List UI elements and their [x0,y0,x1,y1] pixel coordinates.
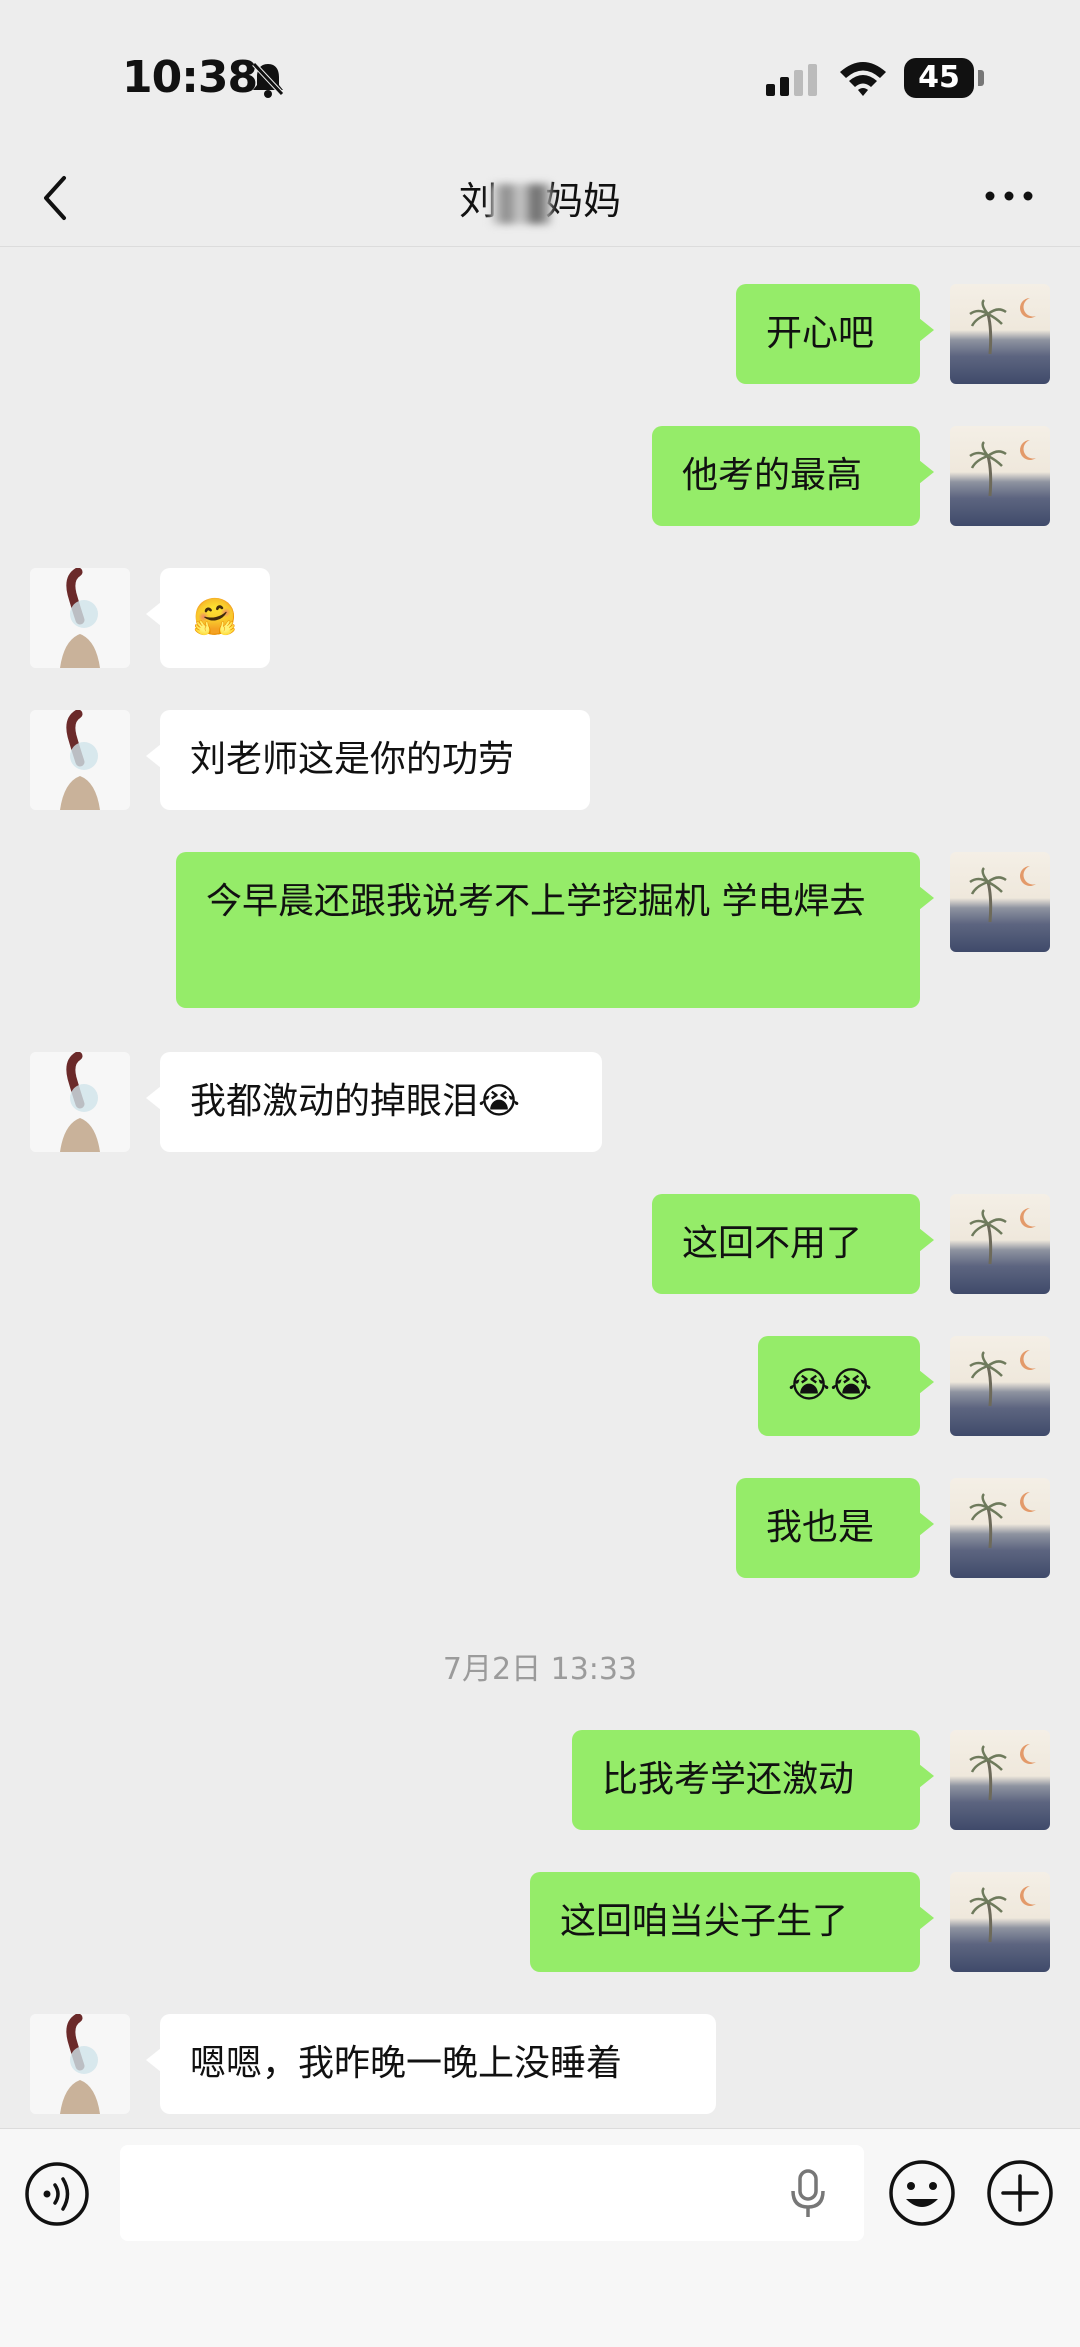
title-suffix: 妈妈 [545,179,622,223]
battery-cap [978,70,984,86]
plus-icon[interactable] [986,2159,1054,2227]
chat-header: 刘妈妈 [0,150,1080,247]
message-bubble-outgoing[interactable]: 这回咱当尖子生了 [530,1872,934,1972]
my-avatar[interactable] [950,852,1050,952]
emoji-icon[interactable] [888,2159,956,2227]
contact-avatar[interactable] [30,710,130,810]
status-time: 10:38 [122,52,258,103]
message-bubble-outgoing[interactable]: 今早晨还跟我说考不上学挖掘机 学电焊去 [176,852,934,1008]
status-bar: 10:38 45 [0,0,1080,150]
battery-icon: 45 [904,58,974,98]
contact-avatar[interactable] [30,1052,130,1152]
message-bubble-outgoing[interactable]: 😭😭 [758,1336,934,1436]
my-avatar[interactable] [950,426,1050,526]
bell-muted-icon [252,62,284,98]
my-avatar[interactable] [950,1730,1050,1830]
my-avatar[interactable] [950,1872,1050,1972]
message-input[interactable] [120,2145,864,2241]
message-bubble-outgoing[interactable]: 比我考学还激动 [572,1730,934,1830]
input-bar [0,2128,1080,2347]
signal-icon [766,64,817,96]
message-bubble-incoming[interactable]: 我都激动的掉眼泪😭 [146,1052,602,1152]
message-bubble-outgoing[interactable]: 开心吧 [736,284,934,384]
more-icon[interactable] [984,188,1034,204]
message-bubble-outgoing[interactable]: 这回不用了 [652,1194,934,1294]
voice-icon[interactable] [24,2161,90,2227]
message-bubble-incoming[interactable]: 嗯嗯，我昨晚一晚上没睡着 [146,2014,716,2114]
my-avatar[interactable] [950,1478,1050,1578]
my-avatar[interactable] [950,1336,1050,1436]
message-bubble-incoming[interactable]: 🤗 [146,568,270,668]
contact-avatar[interactable] [30,568,130,668]
timestamp: 7月2日 13:33 [442,1652,638,1687]
message-bubble-incoming[interactable]: 刘老师这是你的功劳 [146,710,590,810]
redacted-name [491,183,551,224]
wifi-icon [840,62,886,96]
my-avatar[interactable] [950,284,1050,384]
microphone-icon[interactable] [790,2169,826,2219]
message-bubble-outgoing[interactable]: 我也是 [736,1478,934,1578]
chat-title: 刘妈妈 [0,170,1080,225]
contact-avatar[interactable] [30,2014,130,2114]
battery-level: 45 [918,60,960,95]
my-avatar[interactable] [950,1194,1050,1294]
message-bubble-outgoing[interactable]: 他考的最高 [652,426,934,526]
